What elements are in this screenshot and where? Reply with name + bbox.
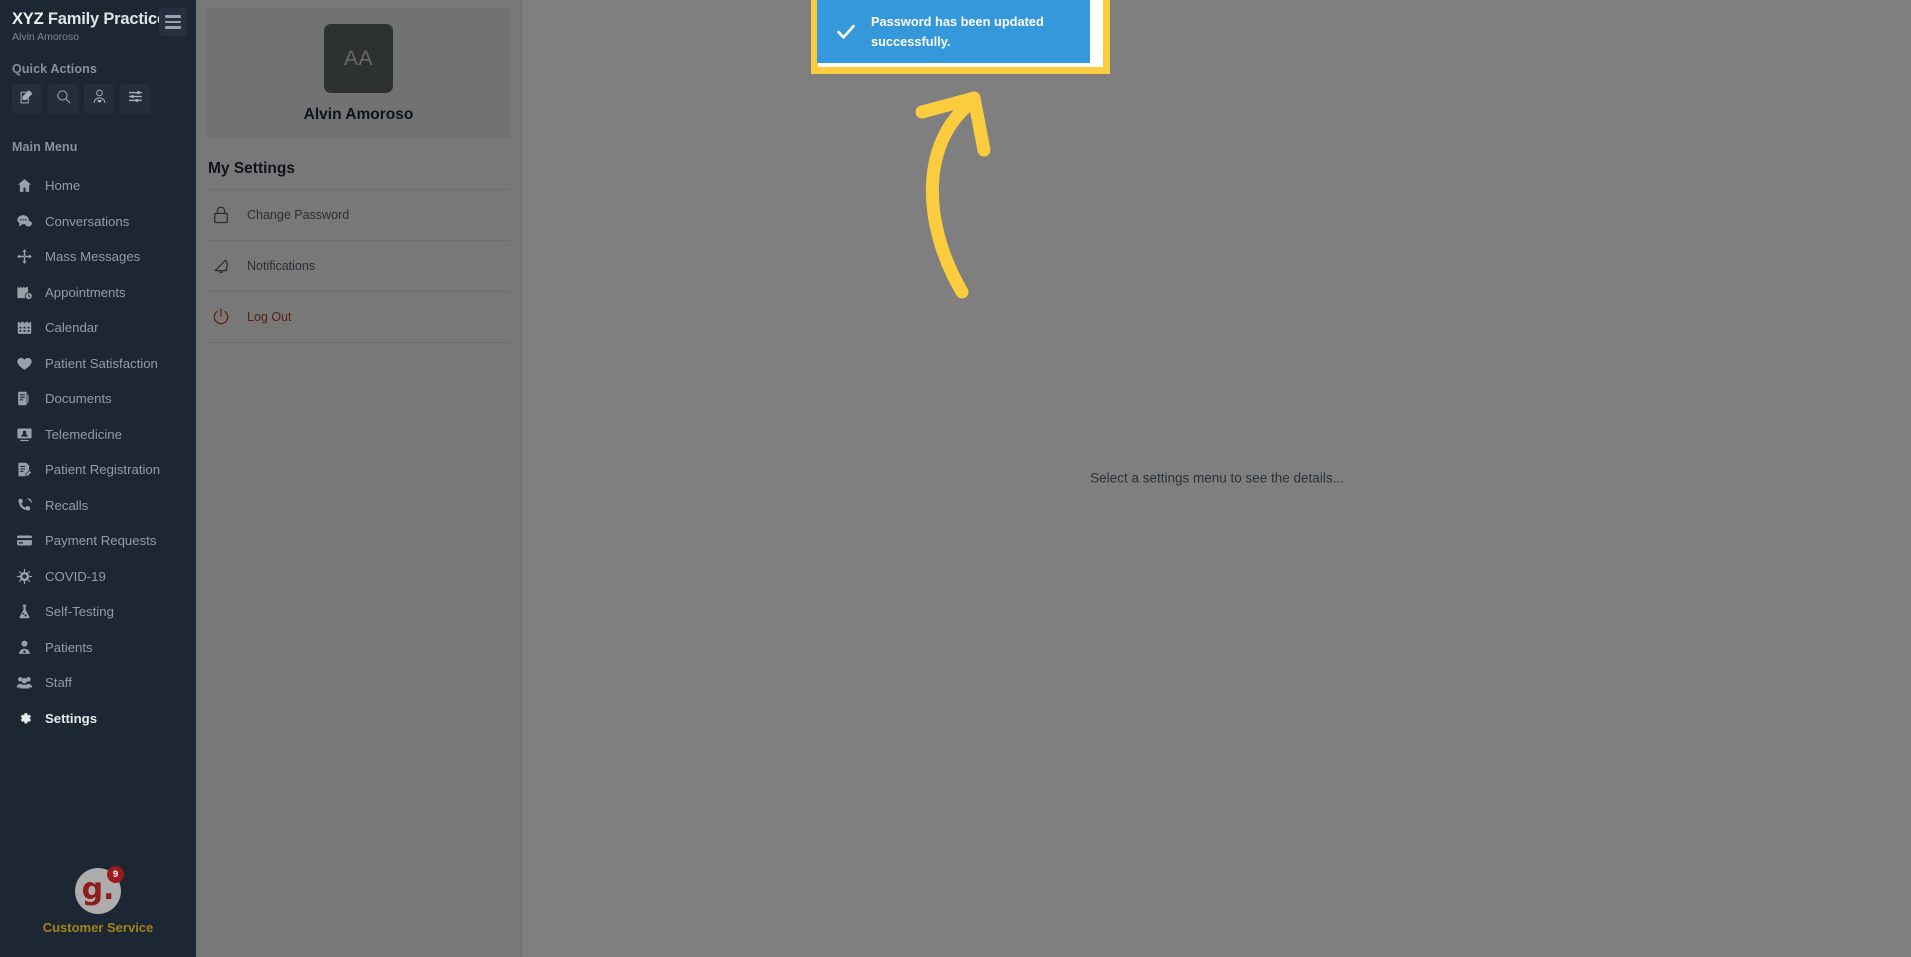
main-menu-list: Home Conversations Mass Messages Appoint… xyxy=(0,168,196,736)
sidebar-item-label: Documents xyxy=(45,391,112,407)
sidebar-item-conversations[interactable]: Conversations xyxy=(0,204,196,240)
sidebar-item-label: Staff xyxy=(45,675,72,691)
hamburger-bar xyxy=(165,15,181,18)
appointments-icon xyxy=(14,282,34,302)
quick-actions-row xyxy=(0,84,196,114)
hamburger-bar xyxy=(165,20,181,24)
calendar-icon xyxy=(14,318,34,338)
sidebar-item-label: COVID-19 xyxy=(45,568,106,584)
sidebar-item-label: Mass Messages xyxy=(45,249,141,265)
settings-item-log-out[interactable]: Log Out xyxy=(206,292,511,343)
settings-list: Change Password Notifications Log Out xyxy=(206,189,511,343)
home-icon xyxy=(14,176,34,196)
documents-icon xyxy=(14,389,34,409)
sidebar-item-calendar[interactable]: Calendar xyxy=(0,310,196,346)
sidebar-item-label: Calendar xyxy=(45,320,99,336)
sidebar-item-label: Home xyxy=(45,178,81,194)
settings-item-change-password[interactable]: Change Password xyxy=(206,190,511,241)
settings-item-notifications[interactable]: Notifications xyxy=(206,241,511,292)
sidebar-item-label: Conversations xyxy=(45,213,130,229)
empty-state-message: Select a settings menu to see the detail… xyxy=(1090,470,1344,486)
compose-button[interactable] xyxy=(12,84,42,114)
sidebar-item-label: Patient Satisfaction xyxy=(45,355,158,371)
settings-item-label: Change Password xyxy=(247,208,350,222)
sidebar-item-label: Appointments xyxy=(45,284,126,300)
sidebar-item-label: Payment Requests xyxy=(45,533,157,549)
patients-icon xyxy=(14,637,34,657)
search-icon xyxy=(55,88,72,110)
sidebar-item-label: Self-Testing xyxy=(45,604,114,620)
sidebar-item-patient-registration[interactable]: Patient Registration xyxy=(0,452,196,488)
mass-messages-icon xyxy=(14,247,34,267)
main-content: Select a settings menu to see the detail… xyxy=(523,0,1911,957)
conversations-icon xyxy=(14,211,34,231)
brand-rest: Family Practice xyxy=(43,10,166,28)
sidebar-item-covid-19[interactable]: COVID-19 xyxy=(0,559,196,595)
sidebar-item-label: Telemedicine xyxy=(45,426,122,442)
payment-icon xyxy=(14,531,34,551)
hamburger-bar xyxy=(165,26,181,29)
registration-icon xyxy=(14,460,34,480)
app-root: XYZ Family Practice Alvin Amoroso Quick … xyxy=(0,0,1911,957)
menu-toggle-button[interactable] xyxy=(159,8,187,36)
sidebar-item-settings[interactable]: Settings xyxy=(0,701,196,737)
notification-badge: 9 xyxy=(107,866,124,883)
sidebar-item-patient-satisfaction[interactable]: Patient Satisfaction xyxy=(0,346,196,382)
sidebar-item-label: Recalls xyxy=(45,497,89,513)
filters-button[interactable] xyxy=(120,84,150,114)
patient-icon xyxy=(91,88,108,110)
sidebar-item-appointments[interactable]: Appointments xyxy=(0,275,196,311)
main-menu-heading: Main Menu xyxy=(12,140,78,154)
filters-icon xyxy=(127,88,144,110)
sidebar-item-label: Patients xyxy=(45,639,93,655)
customer-service-label: Customer Service xyxy=(42,920,154,935)
toast-message: Password has been updated successfully. xyxy=(871,13,1044,49)
compose-icon xyxy=(19,88,36,110)
profile-name: Alvin Amoroso xyxy=(303,106,414,123)
sidebar-item-telemedicine[interactable]: Telemedicine xyxy=(0,417,196,453)
quick-actions-heading: Quick Actions xyxy=(12,62,97,76)
staff-icon xyxy=(14,673,34,693)
sidebar-item-self-testing[interactable]: Self-Testing xyxy=(0,594,196,630)
patient-button[interactable] xyxy=(84,84,114,114)
sidebar-item-label: Patient Registration xyxy=(45,462,161,478)
customer-service-block[interactable]: g. 9 Customer Service xyxy=(0,866,196,935)
power-icon xyxy=(210,306,232,328)
sidebar-item-payment-requests[interactable]: Payment Requests xyxy=(0,523,196,559)
bell-icon xyxy=(210,255,232,277)
sidebar-item-label: Settings xyxy=(45,710,98,726)
sidebar-item-recalls[interactable]: Recalls xyxy=(0,488,196,524)
recalls-icon xyxy=(14,495,34,515)
search-button[interactable] xyxy=(48,84,78,114)
profile-card: AA Alvin Amoroso xyxy=(206,8,511,138)
flask-icon xyxy=(14,602,34,622)
settings-item-label: Notifications xyxy=(247,259,316,273)
check-icon xyxy=(835,21,857,43)
sidebar-item-home[interactable]: Home xyxy=(0,168,196,204)
brand-row: XYZ Family Practice Alvin Amoroso xyxy=(0,0,196,50)
settings-panel: AA Alvin Amoroso My Settings Change Pass… xyxy=(196,0,522,957)
sidebar-item-staff[interactable]: Staff xyxy=(0,665,196,701)
heart-icon xyxy=(14,353,34,373)
sidebar-item-patients[interactable]: Patients xyxy=(0,630,196,666)
customer-service-logo-wrap: g. 9 xyxy=(75,866,124,914)
lock-icon xyxy=(210,204,232,226)
avatar: AA xyxy=(324,24,393,93)
sidebar-item-mass-messages[interactable]: Mass Messages xyxy=(0,239,196,275)
telemedicine-icon xyxy=(14,424,34,444)
settings-item-label: Log Out xyxy=(247,310,292,324)
brand-accent: XYZ xyxy=(12,10,44,28)
settings-panel-title: My Settings xyxy=(208,160,295,177)
virus-icon xyxy=(14,566,34,586)
sidebar: XYZ Family Practice Alvin Amoroso Quick … xyxy=(0,0,196,957)
sidebar-item-documents[interactable]: Documents xyxy=(0,381,196,417)
gear-icon xyxy=(14,708,34,728)
toast-notification[interactable]: Password has been updated successfully. xyxy=(817,0,1090,63)
